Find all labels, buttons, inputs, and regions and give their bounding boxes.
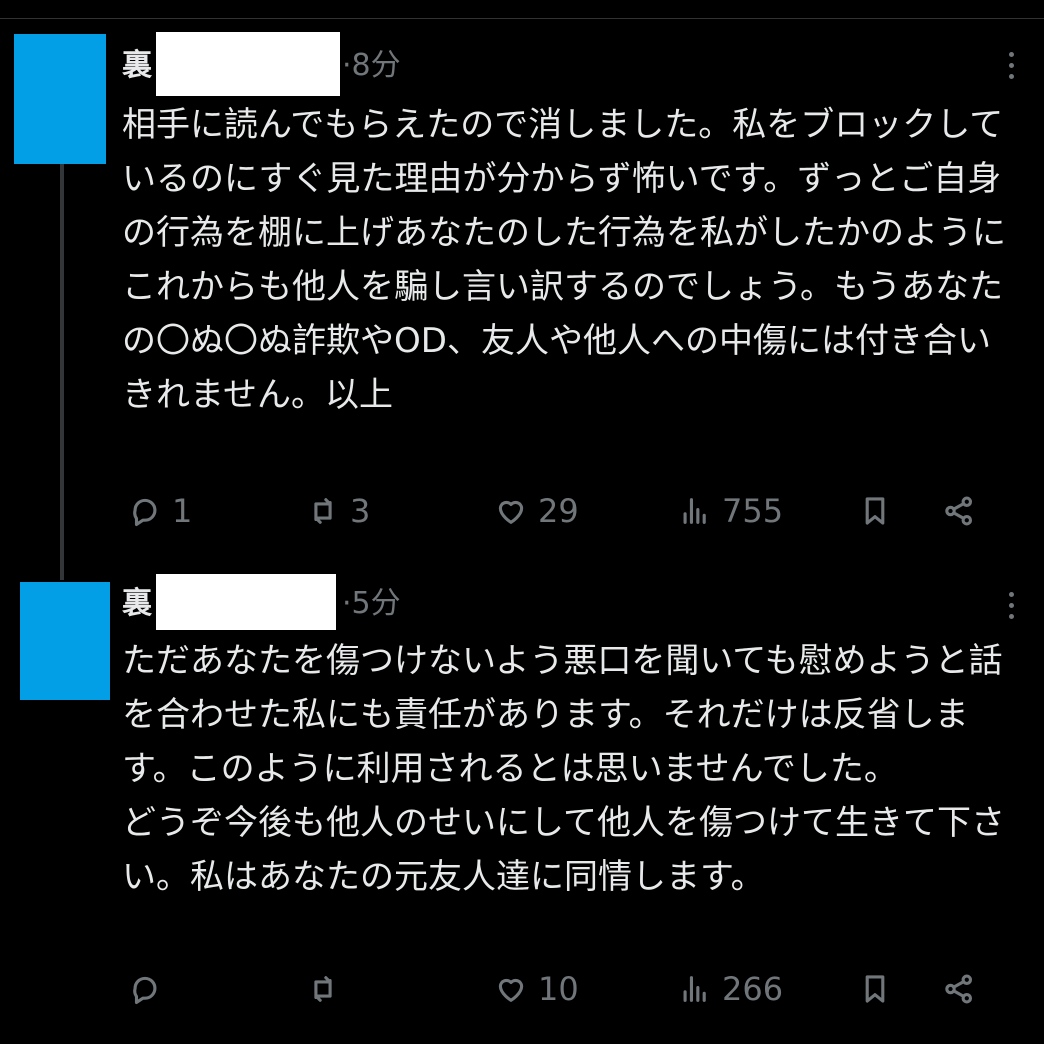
avatar[interactable]	[14, 34, 106, 164]
views-icon	[683, 498, 706, 524]
timestamp[interactable]: ·8分	[342, 46, 401, 86]
retweet-icon	[314, 976, 332, 1002]
share-icon	[945, 496, 973, 526]
redacted-handle	[156, 574, 336, 630]
reply-button[interactable]: 1	[128, 486, 192, 536]
bookmark-icon	[865, 975, 885, 1003]
like-count: 10	[538, 970, 579, 1008]
views-count: 755	[722, 492, 784, 530]
share-button[interactable]	[942, 486, 976, 536]
avatar[interactable]	[20, 582, 110, 700]
views-icon	[683, 976, 706, 1002]
reply-count: 1	[172, 492, 193, 530]
views-button[interactable]: 266	[678, 964, 783, 1014]
bookmark-button[interactable]	[858, 486, 892, 536]
bookmark-button[interactable]	[858, 964, 892, 1014]
like-icon	[498, 978, 524, 1002]
display-name[interactable]: 裏	[122, 584, 152, 624]
reply-icon	[133, 976, 157, 1005]
top-divider	[0, 18, 1044, 19]
like-button[interactable]: 10	[494, 964, 579, 1014]
retweet-button[interactable]: 3	[306, 486, 370, 536]
bookmark-icon	[865, 497, 885, 525]
retweet-button[interactable]	[306, 964, 350, 1014]
views-count: 266	[722, 970, 784, 1008]
retweet-count: 3	[350, 492, 371, 530]
action-bar: 1 3 29 755	[0, 486, 1044, 536]
like-button[interactable]: 29	[494, 486, 579, 536]
post-text: ただあなたを傷つけないよう悪口を聞いても慰めようと話を合わせた私にも責任がありま…	[122, 641, 1005, 897]
share-button[interactable]	[942, 964, 976, 1014]
more-icon[interactable]	[1008, 592, 1016, 625]
redacted-handle	[156, 32, 340, 96]
display-name[interactable]: 裏	[122, 46, 152, 86]
retweet-icon	[314, 498, 332, 524]
share-icon	[945, 974, 973, 1004]
like-icon	[498, 500, 524, 524]
like-count: 29	[538, 492, 579, 530]
views-button[interactable]: 755	[678, 486, 783, 536]
reply-icon	[133, 498, 157, 527]
timestamp[interactable]: ·5分	[342, 584, 401, 624]
post-text: 相手に読んでもらえたので消しました。私をブロックしているのにすぐ見た理由が分から…	[122, 105, 1006, 415]
more-icon[interactable]	[1008, 52, 1016, 85]
reply-button[interactable]	[128, 964, 172, 1014]
action-bar: 10 266	[0, 964, 1044, 1014]
